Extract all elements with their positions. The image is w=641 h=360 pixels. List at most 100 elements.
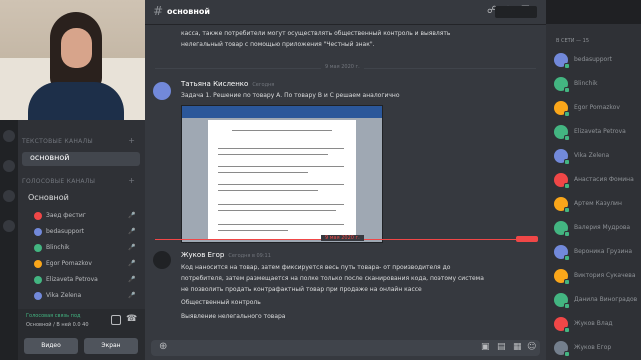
member-name: Vika Zelena [574,152,610,159]
discord-window: ТЕКСТОВЫЕ КАНАЛЫ + основной ГОЛОСОВЫЕ КА… [0,0,641,360]
voice-channel-info: Основной / В ней 0.0 40 [26,322,89,328]
member-item[interactable]: Валерия Мудрова [554,220,640,237]
message-text: касса, также потребители могут осуществл… [181,30,451,37]
member-item[interactable]: Elizaveta Petrova [554,124,640,141]
member-name: Вероника Грузина [574,248,633,255]
message-text: Задача 1. Решение по товару А. По товару… [181,92,400,99]
member-item[interactable]: Данила Виноградов [554,292,640,309]
add-channel-icon[interactable]: + [128,136,135,145]
voice-user-name: Vika Zelena [46,292,82,299]
member-item[interactable]: Blinchik [554,76,640,93]
online-status-icon [564,231,570,237]
avatar [34,292,42,300]
voice-user-name: Egor Pomazkov [46,260,92,267]
gif-icon[interactable]: ▤ [497,342,506,352]
online-status-icon [564,87,570,93]
online-status-icon [564,303,570,309]
gift-icon[interactable]: ▣ [481,342,490,352]
video-button[interactable]: Видео [24,338,78,354]
add-voice-channel-icon[interactable]: + [128,176,135,185]
channel-title: основной [167,7,210,16]
member-name: Артем Казулин [574,200,622,207]
member-item[interactable]: Egor Pomazkov [554,100,640,117]
mic-icon: 🎤 [128,260,136,267]
date-label: 9 мая 2020 г. [321,64,364,70]
online-status-icon [564,63,570,69]
date-divider: 9 мая 2020 г. [145,64,546,72]
mic-icon: 🎤 [128,276,136,283]
avatar [34,244,42,252]
member-item[interactable]: Жуков Влад [554,316,640,333]
online-status-icon [564,327,570,333]
members-category: В СЕТИ — 15 [556,38,590,44]
search-input[interactable] [495,6,537,18]
webcam-video [0,0,150,120]
avatar [34,260,42,268]
screen-share-button[interactable]: Экран [84,338,138,354]
member-name: Виктория Сукачева [574,272,636,279]
attachment-image[interactable] [181,105,383,243]
online-status-icon [564,207,570,213]
mic-icon: 🎤 [128,228,136,235]
emoji-icon[interactable]: ☺ [527,342,536,352]
message-list: касса, также потребители могут осуществл… [145,25,546,336]
text-channel-label: основной [30,153,70,162]
member-item[interactable]: Виктория Сукачева [554,268,640,285]
message-author[interactable]: Татьяна Кисленко Сегодня [181,80,274,88]
member-item[interactable]: Вероника Грузина [554,244,640,261]
avatar[interactable] [153,251,171,269]
avatar [34,228,42,236]
message-author[interactable]: Жуков Егор Сегодня в 09:11 [181,251,271,259]
mic-icon: 🎤 [128,244,136,251]
voice-channels-category[interactable]: ГОЛОСОВЫЕ КАНАЛЫ [22,178,95,185]
message-composer: ⊕ ▣ ▤ ▦ ☺ [145,336,546,360]
text-channel-selected[interactable]: основной [22,152,140,166]
voice-status-text: Голосовая связь под [26,313,81,319]
online-status-icon [564,255,570,261]
voice-status-panel: Голосовая связь под Основной / В ней 0.0… [18,309,145,333]
member-name: Egor Pomazkov [574,104,620,111]
member-name: Blinchik [574,80,598,87]
online-status-icon [564,279,570,285]
timestamp: Сегодня в 09:11 [228,253,271,259]
server-icon[interactable] [3,190,15,202]
author-name[interactable]: Татьяна Кисленко [181,80,248,88]
server-icon[interactable] [3,220,15,232]
author-name[interactable]: Жуков Егор [181,251,224,259]
date-label: 9 мая 2020 г. [321,235,364,241]
avatar[interactable] [153,82,171,100]
member-item[interactable]: Vika Zelena [554,148,640,165]
noise-icon[interactable] [111,315,121,325]
server-icon[interactable] [3,160,15,172]
disconnect-icon[interactable]: ☎ [126,314,137,324]
voice-user-name: Elizaveta Petrova [46,276,98,283]
member-item[interactable]: Жуков Егор [554,340,640,357]
new-messages-divider: 9 мая 2020 г. [145,235,546,243]
online-status-icon [564,135,570,141]
text-channels-category[interactable]: ТЕКСТОВЫЕ КАНАЛЫ [22,138,93,145]
message-text: Выявление нелегального товара [181,313,286,320]
online-status-icon [564,159,570,165]
channel-header: # основной ☍ ✎ ☰ [145,0,546,25]
member-name: bedasupport [574,56,613,63]
sticker-icon[interactable]: ▦ [513,342,522,352]
online-status-icon [564,351,570,357]
voice-actions: Видео Экран [18,333,145,360]
message-input[interactable]: ⊕ ▣ ▤ ▦ ☺ [151,340,540,356]
online-status-icon [564,111,570,117]
mic-icon: 🎤 [128,292,136,299]
voice-channel[interactable]: Основной [28,192,69,204]
voice-user-name: Заед фестиг [46,212,86,219]
attach-plus-icon[interactable]: ⊕ [159,341,167,352]
member-item[interactable]: Анастасия Фомина [554,172,640,189]
member-name: Анастасия Фомина [574,176,634,183]
timestamp: Сегодня [252,82,275,88]
server-list [0,120,18,360]
member-item[interactable]: Артем Казулин [554,196,640,213]
voice-user-name: Blinchik [46,244,70,251]
member-name: Валерия Мудрова [574,224,631,231]
avatar [34,212,42,220]
message-text: Общественный контроль [181,299,261,306]
server-icon[interactable] [3,130,15,142]
member-item[interactable]: bedasupport [554,52,640,69]
